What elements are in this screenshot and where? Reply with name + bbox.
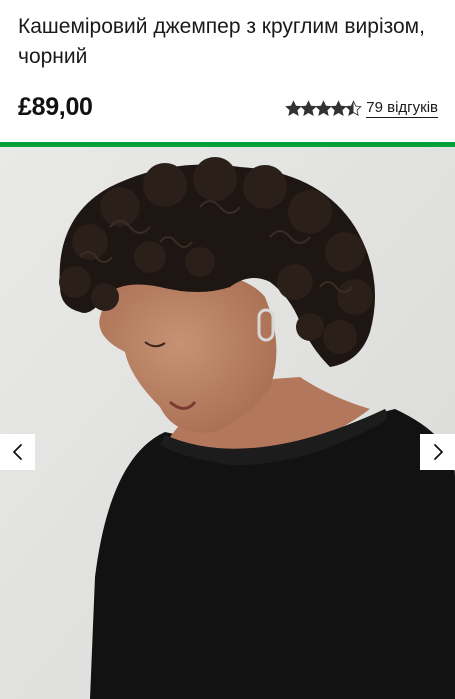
rating-stars [285, 99, 363, 117]
product-title: Кашеміровий джемпер з круглим вирізом, ч… [18, 15, 425, 68]
chevron-left-icon [12, 444, 22, 460]
star-half-icon [345, 99, 363, 116]
rating-summary: 79 відгуків [285, 96, 438, 120]
product-photo [0, 147, 455, 699]
reviews-link[interactable]: 79 відгуків [366, 99, 438, 118]
next-image-button[interactable] [420, 434, 455, 470]
previous-image-button[interactable] [0, 434, 35, 470]
product-price: £89,00 [18, 93, 93, 121]
chevron-right-icon [433, 444, 443, 460]
product-image-gallery[interactable] [0, 147, 455, 699]
